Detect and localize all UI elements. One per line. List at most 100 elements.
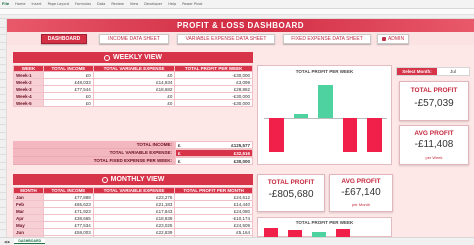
profit-cell[interactable]: £14,440 — [174, 200, 253, 208]
monthly-profit-chart[interactable]: TOTAL PROFIT PER WEEK — [257, 217, 392, 238]
month-cell[interactable]: Jan — [13, 193, 44, 201]
weekly-view-title: WEEKLY VIEW — [112, 54, 162, 61]
weekly-view-header: WEEKLY VIEW — [13, 52, 253, 63]
fixed-expense-data-sheet-button[interactable]: FIXED EXPENSE DATA SHEET — [283, 34, 371, 44]
weekly-col-variable: TOTAL VARIABLE EXPENSE — [92, 65, 176, 72]
variable-cell[interactable]: £0 — [92, 92, 176, 100]
weekly-total-profit-value: -£57,039 — [414, 98, 454, 109]
weekly-col-profit: TOTAL PROFIT PER WEEK — [174, 65, 253, 72]
magnifier-icon — [103, 54, 110, 61]
total-income-label: TOTAL INCOME: — [13, 141, 175, 149]
total-fixed-value: £30,000 — [233, 158, 250, 164]
weekly-total-profit-card: TOTAL PROFIT -£57,039 — [399, 81, 469, 121]
profit-cell[interactable]: -£30,000 — [174, 99, 253, 107]
weekly-profit-chart[interactable]: TOTAL PROFIT PER WEEK — [257, 65, 392, 165]
week-cell[interactable]: Week-4 — [13, 92, 44, 100]
profit-cell[interactable]: -£30,000 — [174, 92, 253, 100]
chart-bar-week-1 — [268, 118, 284, 153]
total-variable-value: £32,616 — [233, 150, 250, 156]
week-cell[interactable]: Week-5 — [13, 99, 44, 107]
monthly-total-profit-card: TOTAL PROFIT -£805,680 — [257, 174, 325, 212]
weekly-avg-profit-title: AVG PROFIT — [414, 130, 454, 137]
month-cell[interactable]: Apr — [13, 214, 44, 222]
variable-cell[interactable]: £22,839 — [92, 228, 176, 236]
income-cell[interactable]: £0 — [42, 92, 94, 100]
monthly-avg-profit-card: AVG PROFIT -£67,140 per Month — [329, 174, 393, 212]
variable-cell[interactable]: £0 — [92, 99, 176, 107]
profit-cell[interactable]: £5,164 — [174, 228, 253, 236]
variable-expense-data-sheet-button[interactable]: VARIABLE EXPENSE DATA SHEET — [177, 34, 275, 44]
income-cell[interactable]: £48,033 — [42, 78, 94, 86]
ribbon-tab-home[interactable]: Home — [15, 2, 25, 6]
week-cell[interactable]: Week-1 — [13, 71, 44, 79]
profit-cell[interactable]: £28,862 — [174, 85, 253, 93]
weekly-totals: TOTAL INCOME: £ £125,577 TOTAL VARIABLE E… — [13, 141, 253, 165]
sheet-nav-icon[interactable]: ◀ ▶ — [0, 240, 14, 244]
income-cell[interactable]: £77,888 — [42, 193, 94, 201]
ribbon-tab-insert[interactable]: Insert — [32, 2, 42, 6]
sheet-tabs-bar: ◀ ▶ DASHBOARD — [0, 237, 474, 245]
weekly-total-profit-title: TOTAL PROFIT — [410, 87, 458, 94]
variable-cell[interactable]: £21,183 — [92, 200, 176, 208]
month-cell[interactable]: Feb — [13, 200, 44, 208]
dashboard-button[interactable]: DASHBOARD — [41, 34, 87, 44]
select-month-dropdown[interactable]: Jul — [437, 68, 469, 75]
select-month-control[interactable]: Select Month: Jul — [396, 67, 470, 76]
nav-bar: DASHBOARD INCOME DATA SHEET VARIABLE EXP… — [7, 32, 474, 45]
ribbon-tab-help[interactable]: Help — [168, 2, 176, 6]
total-fixed-label: TOTAL FIXED EXPENSE PER WEEK: — [13, 157, 175, 165]
ribbon-tab-power-pivot[interactable]: Power Pivot — [182, 2, 202, 6]
monthly-col-profit: TOTAL PROFIT PER MONTH — [174, 187, 253, 194]
ribbon-tab-formulas[interactable]: Formulas — [75, 2, 91, 6]
ribbon-tab-file[interactable]: File — [2, 2, 9, 6]
profit-cell[interactable]: £24,080 — [174, 207, 253, 215]
ribbon-tab-page-layout[interactable]: Page Layout — [48, 2, 69, 6]
ribbon-tab-data[interactable]: Data — [97, 2, 105, 6]
select-month-label: Select Month: — [397, 68, 437, 75]
tab-dashboard[interactable]: DASHBOARD — [14, 239, 46, 244]
variable-cell[interactable]: £0 — [92, 71, 176, 79]
monthly-total-profit-title: TOTAL PROFIT — [267, 179, 315, 186]
admin-button[interactable]: ADMIN — [377, 34, 409, 44]
variable-cell[interactable]: £18,682 — [92, 85, 176, 93]
week-cell[interactable]: Week-3 — [13, 85, 44, 93]
table-row: Mar £71,923 £17,843 £24,080 — [13, 207, 253, 215]
profit-cell[interactable]: -£30,000 — [174, 71, 253, 79]
variable-cell[interactable]: £14,934 — [92, 78, 176, 86]
monthly-avg-profit-title: AVG PROFIT — [341, 178, 381, 185]
income-data-sheet-button[interactable]: INCOME DATA SHEET — [99, 34, 169, 44]
income-cell[interactable]: £77,544 — [42, 85, 94, 93]
income-cell[interactable]: £0 — [42, 99, 94, 107]
table-row: Week-3 £77,544 £18,682 £28,862 — [13, 85, 253, 93]
income-cell[interactable]: £58,003 — [42, 228, 94, 236]
income-cell[interactable]: £77,534 — [42, 221, 94, 229]
profit-cell[interactable]: -£10,174 — [174, 214, 253, 222]
profit-cell[interactable]: £3,099 — [174, 78, 253, 86]
table-row: Jun £58,003 £22,839 £5,164 — [13, 228, 253, 236]
magnifier-icon — [101, 176, 108, 183]
income-cell[interactable]: £38,665 — [42, 214, 94, 222]
month-cell[interactable]: May — [13, 221, 44, 229]
income-cell[interactable]: £65,623 — [42, 200, 94, 208]
table-row: Week-1 £0 £0 -£30,000 — [13, 71, 253, 79]
excel-ribbon: File Home Insert Page Layout Formulas Data Rev… — [0, 0, 474, 9]
ribbon-tab-view[interactable]: View — [130, 2, 138, 6]
monthly-avg-profit-sub: per Month — [351, 202, 370, 207]
variable-cell[interactable]: £23,025 — [92, 221, 176, 229]
monthly-avg-profit-value: -£67,140 — [341, 187, 381, 198]
variable-cell[interactable]: £17,843 — [92, 207, 176, 215]
total-income-value: £125,577 — [231, 142, 250, 148]
month-cell[interactable]: Mar — [13, 207, 44, 215]
variable-cell[interactable]: £23,276 — [92, 193, 176, 201]
ribbon-tab-review[interactable]: Review — [111, 2, 124, 6]
profit-cell[interactable]: £24,612 — [174, 193, 253, 201]
month-cell[interactable]: Jun — [13, 228, 44, 236]
income-cell[interactable]: £0 — [42, 71, 94, 79]
profit-cell[interactable]: £24,509 — [174, 221, 253, 229]
weekly-table: WEEK TOTAL INCOME TOTAL VARIABLE EXPENSE… — [13, 65, 253, 107]
income-cell[interactable]: £71,923 — [42, 207, 94, 215]
ribbon-tab-developer[interactable]: Developer — [144, 2, 162, 6]
monthly-chart-title: TOTAL PROFIT PER WEEK — [295, 220, 354, 225]
week-cell[interactable]: Week-2 — [13, 78, 44, 86]
variable-cell[interactable]: £18,839 — [92, 214, 176, 222]
